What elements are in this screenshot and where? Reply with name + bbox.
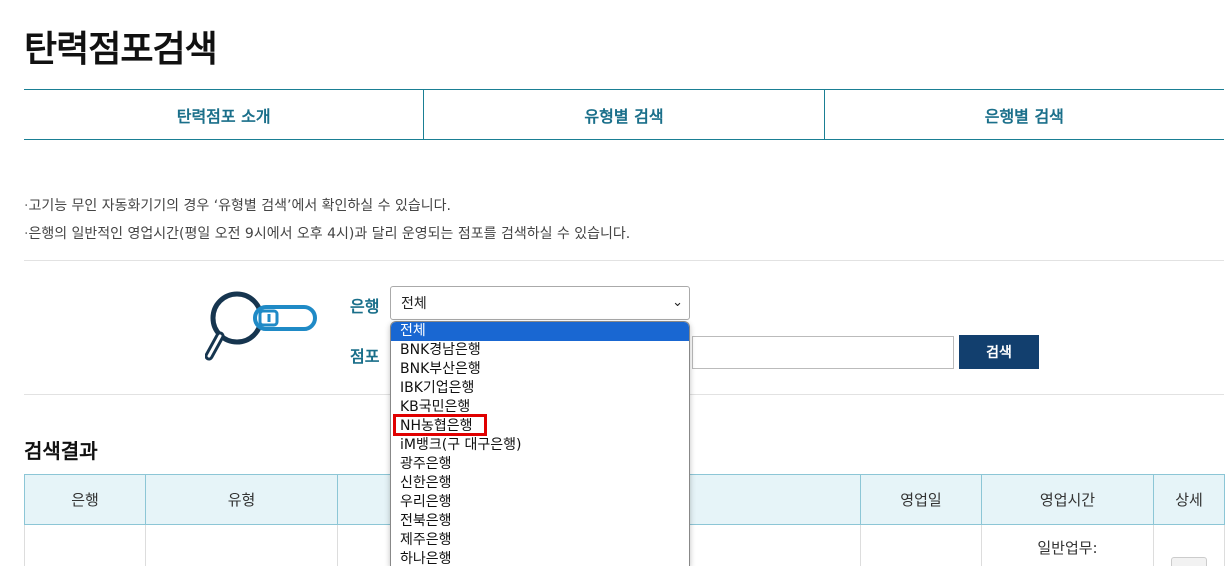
table-cell: [145, 524, 338, 566]
search-button[interactable]: 검색: [959, 335, 1039, 369]
divider: [24, 260, 1224, 261]
notice-list: 고기능 무인 자동화기기의 경우 ‘유형별 검색’에서 확인하실 수 있습니다.…: [24, 192, 630, 248]
notice-item: 은행의 일반적인 영업시간(평일 오전 9시에서 오후 4시)과 달리 운영되는…: [24, 220, 630, 248]
branch-label: 점포: [350, 347, 380, 366]
branch-input[interactable]: [692, 336, 954, 369]
bank-option[interactable]: iM뱅크(구 대구은행): [391, 436, 689, 455]
column-header-type: 유형: [145, 474, 338, 525]
bank-option[interactable]: BNK부산은행: [391, 360, 689, 379]
bank-option[interactable]: BNK경남은행: [391, 341, 689, 360]
bank-option[interactable]: 전체: [391, 322, 689, 341]
detail-button[interactable]: [1171, 557, 1207, 566]
magnifier-card-icon: [205, 291, 317, 361]
table-cell: [860, 524, 982, 566]
table-cell: [24, 524, 146, 566]
bank-option[interactable]: 신한은행: [391, 474, 689, 493]
bank-select-value: 전체: [401, 296, 427, 312]
column-header-business-days: 영업일: [860, 474, 982, 525]
bank-label: 은행: [350, 297, 380, 316]
tab-bar: 탄력점포 소개 유형별 검색 은행별 검색: [24, 89, 1224, 140]
table-cell-detail: [1153, 524, 1225, 566]
bank-dropdown-list: 전체 BNK경남은행 BNK부산은행 IBK기업은행 KB국민은행 NH농협은행…: [390, 321, 690, 566]
bank-option[interactable]: IBK기업은행: [391, 379, 689, 398]
results-title: 검색결과: [24, 439, 98, 463]
bank-option[interactable]: 전북은행: [391, 512, 689, 531]
tab-intro[interactable]: 탄력점포 소개: [24, 90, 423, 139]
bank-option[interactable]: 우리은행: [391, 493, 689, 512]
bank-option-nh[interactable]: NH농협은행: [391, 417, 689, 436]
bank-option[interactable]: KB국민은행: [391, 398, 689, 417]
table-cell-hours: 일반업무:: [981, 524, 1154, 566]
notice-item: 고기능 무인 자동화기기의 경우 ‘유형별 검색’에서 확인하실 수 있습니다.: [24, 192, 630, 220]
column-header-business-hours: 영업시간: [981, 474, 1154, 525]
column-header-detail: 상세: [1153, 474, 1225, 525]
page-title: 탄력점포검색: [24, 29, 218, 70]
bank-option[interactable]: 제주은행: [391, 531, 689, 550]
column-header-bank: 은행: [24, 474, 146, 525]
bank-option[interactable]: 하나은행: [391, 550, 689, 566]
bank-option[interactable]: 광주은행: [391, 455, 689, 474]
chevron-down-icon: ⌄: [672, 295, 683, 310]
tab-search-by-type[interactable]: 유형별 검색: [423, 90, 823, 139]
tab-search-by-bank[interactable]: 은행별 검색: [823, 90, 1224, 139]
bank-select[interactable]: 전체 ⌄: [390, 286, 690, 320]
